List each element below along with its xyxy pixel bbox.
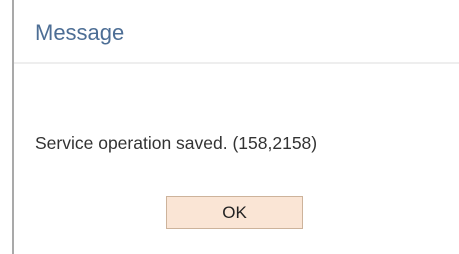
dialog-header: Message xyxy=(14,0,459,64)
message-dialog: Message Service operation saved. (158,21… xyxy=(12,0,459,254)
dialog-title: Message xyxy=(35,20,125,45)
ok-button[interactable]: OK xyxy=(166,196,303,229)
message-text: Service operation saved. (158,2158) xyxy=(35,133,318,153)
